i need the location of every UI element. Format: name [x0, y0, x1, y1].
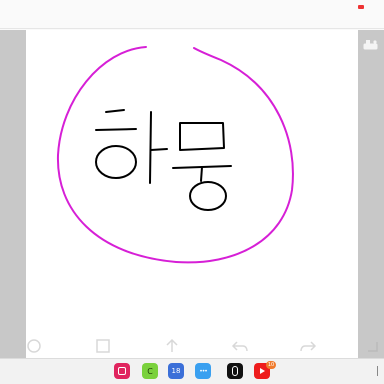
- app-black-icon[interactable]: [227, 363, 243, 379]
- calendar-date: 18: [171, 367, 181, 375]
- messages-icon[interactable]: •••: [195, 363, 211, 379]
- top-bar: [0, 0, 384, 30]
- circle-stroke: [56, 46, 294, 264]
- share-up-icon[interactable]: [162, 336, 182, 356]
- app-green-c-icon[interactable]: C: [142, 363, 158, 379]
- messages-glyph: •••: [199, 367, 208, 375]
- drawing-canvas[interactable]: [26, 30, 358, 358]
- handwritten-ha: [95, 109, 168, 184]
- square-outline-icon[interactable]: [93, 336, 113, 356]
- resize-corner-icon[interactable]: [362, 336, 382, 356]
- drawing-layer: [56, 46, 294, 264]
- handwritten-mung: [172, 122, 232, 211]
- top-divider: [0, 28, 384, 29]
- pen-tool-icon[interactable]: [362, 38, 380, 52]
- status-indicator-icon: [358, 5, 364, 9]
- left-gutter: [0, 30, 26, 358]
- app-dock: C 18 ••• 10: [0, 358, 384, 384]
- circle-outline-icon[interactable]: [24, 336, 44, 356]
- app-red-icon[interactable]: [114, 363, 130, 379]
- calendar-icon[interactable]: 18: [168, 363, 184, 379]
- app-green-c-glyph: C: [147, 366, 153, 376]
- dock-tick: [377, 366, 378, 376]
- right-gutter: [358, 30, 384, 358]
- undo-icon[interactable]: [230, 336, 250, 356]
- redo-icon[interactable]: [298, 336, 318, 356]
- dock-divider: [0, 358, 384, 359]
- notification-badge: 10: [266, 361, 276, 369]
